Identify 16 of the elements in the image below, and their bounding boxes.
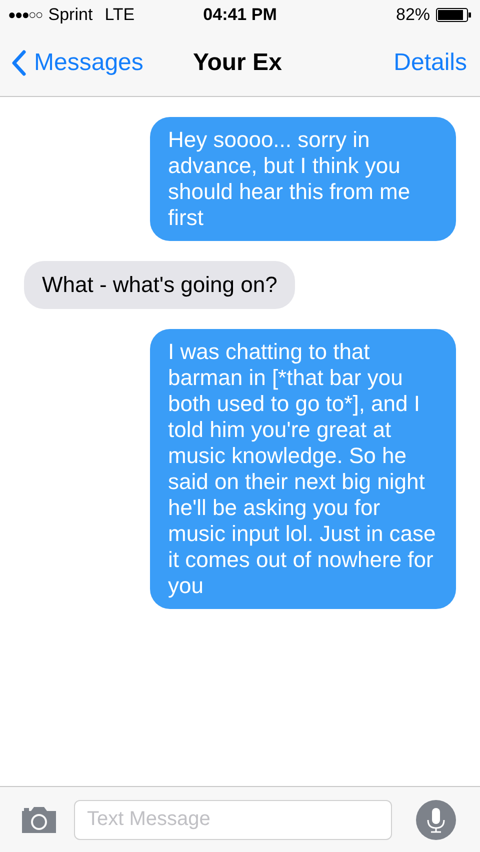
clock: 04:41 PM bbox=[203, 4, 277, 26]
battery-percent: 82% bbox=[396, 4, 430, 26]
back-button[interactable]: Messages bbox=[12, 45, 144, 81]
chevron-left-icon bbox=[12, 50, 26, 76]
signal-strength: ●●●○○ bbox=[8, 6, 42, 24]
camera-icon[interactable] bbox=[20, 806, 58, 834]
network-type: LTE bbox=[104, 4, 135, 26]
sent-message-bubble: I was chatting to that barman in [*that bar you both used to go to*], and I told him you're great at music knowledge. So he said on their next big night he'll be asking you for music input lol. Just in case it comes out of nowhere for you bbox=[150, 329, 456, 609]
details-button[interactable]: Details bbox=[394, 45, 468, 81]
microphone-icon[interactable] bbox=[416, 800, 456, 840]
battery-icon bbox=[436, 7, 472, 23]
message-input-field[interactable]: Text Message bbox=[74, 800, 392, 840]
carrier-name: Sprint bbox=[48, 4, 93, 26]
sent-message-bubble: Hey soooo... sorry in advance, but I think you should hear this from me first bbox=[150, 117, 456, 241]
conversation-title: Your Ex bbox=[193, 48, 282, 78]
received-message-bubble: What - what's going on? bbox=[24, 261, 296, 309]
